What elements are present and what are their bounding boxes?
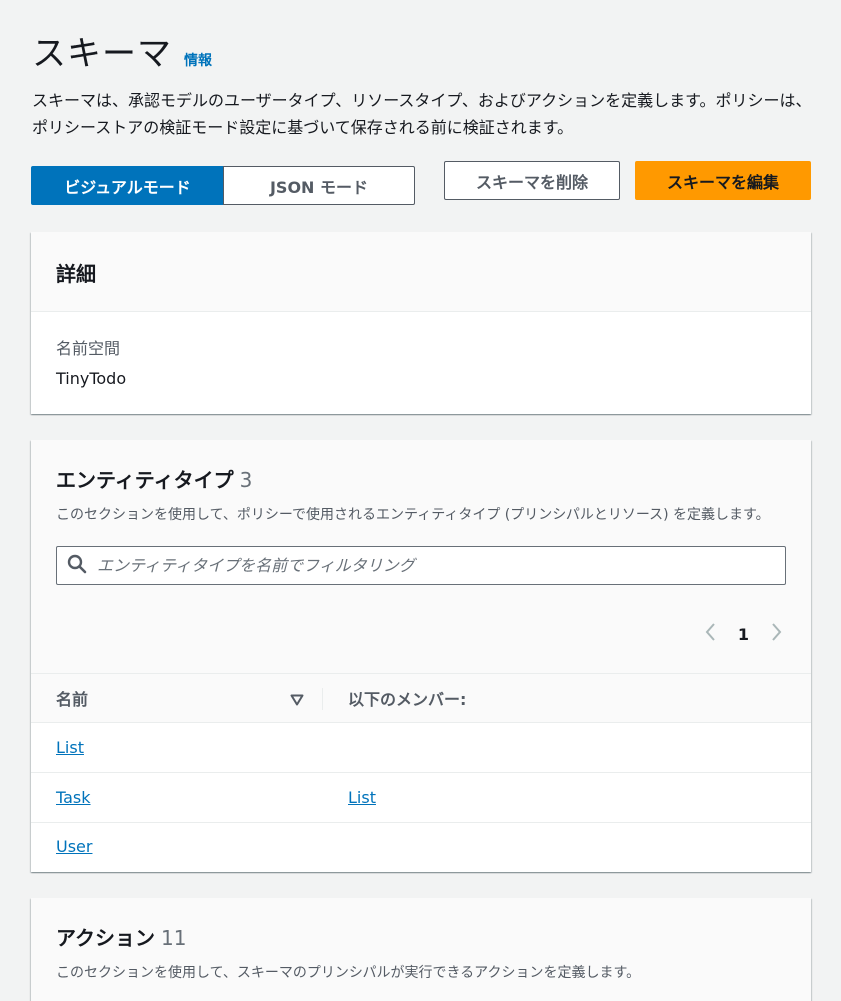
details-title: 詳細: [56, 262, 96, 286]
entity-filter: [56, 546, 786, 585]
actions-heading: アクション 11: [56, 922, 786, 951]
column-divider: [322, 688, 323, 710]
actions-title: アクション: [56, 926, 155, 950]
edit-schema-button[interactable]: スキーマを編集: [635, 161, 811, 200]
info-link[interactable]: 情報: [184, 50, 212, 70]
page-header: スキーマ 情報 スキーマは、承認モデルのユーザータイプ、リソースタイプ、およびア…: [32, 26, 812, 141]
page-title: スキーマ: [32, 34, 172, 74]
actions-description: このセクションを使用して、スキーマのプリンシパルが実行できるアクションを定義しま…: [56, 965, 641, 981]
table-row: List: [31, 723, 811, 773]
chevron-left-icon[interactable]: [704, 622, 718, 646]
column-header-member-of: 以下のメンバー:: [348, 690, 467, 709]
entity-types-heading: エンティティタイプ 3: [56, 464, 786, 493]
visual-mode-button[interactable]: ビジュアルモード: [31, 166, 224, 205]
actions-header: アクション 11 このセクションを使用して、スキーマのプリンシパルが実行できるアク…: [31, 898, 811, 1001]
entity-name-link[interactable]: User: [56, 837, 92, 856]
details-body: 名前空間 TinyTodo: [31, 312, 811, 388]
entity-filter-input[interactable]: [97, 556, 747, 575]
actions-count: 11: [161, 926, 187, 950]
json-mode-button[interactable]: JSON モード: [223, 166, 415, 205]
table-row: Task List: [31, 773, 811, 823]
pagination: 1: [704, 622, 783, 646]
entity-types-title: エンティティタイプ: [56, 468, 234, 492]
delete-schema-button[interactable]: スキーマを削除: [444, 161, 620, 200]
details-card-header: 詳細: [31, 232, 811, 312]
column-header-name[interactable]: 名前: [56, 686, 88, 710]
entity-types-card: エンティティタイプ 3 このセクションを使用して、ポリシーで使用されるエンティティ…: [31, 440, 811, 872]
page-description: スキーマは、承認モデルのユーザータイプ、リソースタイプ、およびアクションを定義し…: [32, 91, 812, 137]
search-icon: [67, 554, 87, 578]
entity-types-header: エンティティタイプ 3 このセクションを使用して、ポリシーで使用されるエンティティ…: [31, 440, 811, 674]
member-of-link[interactable]: List: [348, 788, 376, 807]
entity-types-description: このセクションを使用して、ポリシーで使用されるエンティティタイプ (プリンシパル…: [56, 507, 770, 523]
page-number[interactable]: 1: [738, 625, 749, 644]
entity-types-count: 3: [239, 468, 253, 492]
entity-name-link[interactable]: List: [56, 738, 84, 757]
sort-descending-icon[interactable]: [290, 691, 304, 710]
chevron-right-icon[interactable]: [769, 622, 783, 646]
details-card: 詳細 名前空間 TinyTodo: [31, 232, 811, 414]
namespace-label: 名前空間: [56, 339, 121, 358]
table-header: 名前 以下のメンバー:: [31, 674, 811, 723]
entity-name-link[interactable]: Task: [56, 788, 91, 807]
actions-card: アクション 11 このセクションを使用して、スキーマのプリンシパルが実行できるアク…: [31, 898, 811, 1001]
table-row: User: [31, 822, 811, 872]
namespace-value: TinyTodo: [56, 369, 127, 388]
title-row: スキーマ 情報: [32, 26, 812, 75]
